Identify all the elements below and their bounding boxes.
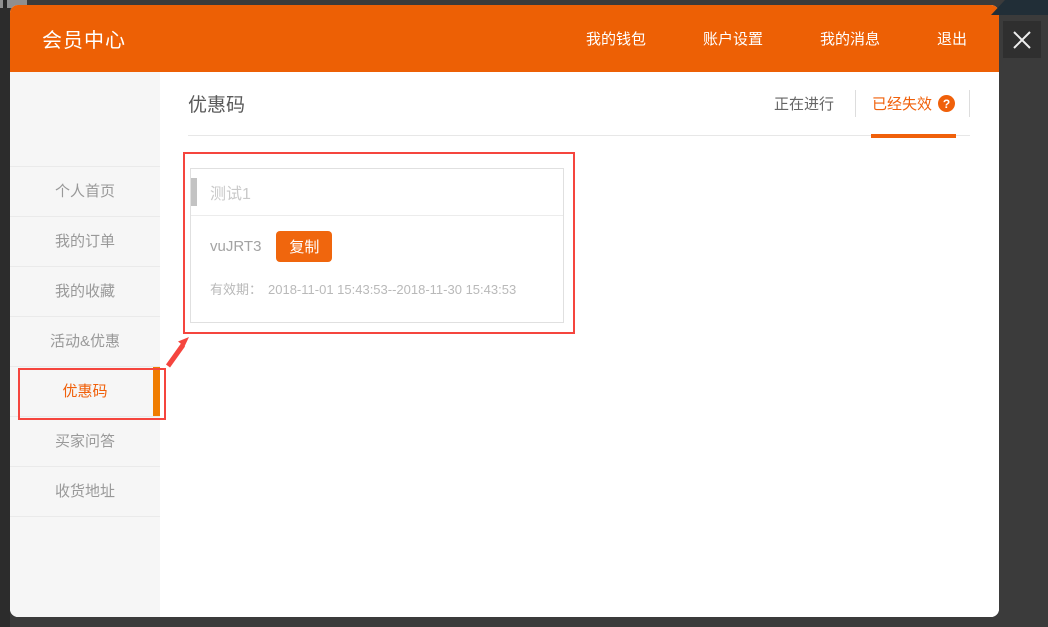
member-center-modal: 会员中心 我的钱包 账户设置 我的消息 退出 个人首页 我的订单 我的收藏 活动… [10, 5, 999, 617]
sidebar-item-favorites[interactable]: 我的收藏 [10, 267, 160, 317]
coupon-name: 测试1 [210, 180, 251, 204]
nav-item-messages[interactable]: 我的消息 [820, 28, 880, 49]
validity-value: 2018-11-01 15:43:53--2018-11-30 15:43:53 [268, 282, 516, 297]
background-page-strip [0, 0, 10, 627]
sidebar: 个人首页 我的订单 我的收藏 活动&优惠 优惠码 买家问答 收货地址 [10, 72, 160, 617]
content-header: 优惠码 正在进行 已经失效 ? [188, 72, 970, 136]
close-icon [1010, 28, 1034, 52]
sidebar-item-buyer-qa[interactable]: 买家问答 [10, 417, 160, 467]
sidebar-top-spacer [10, 72, 160, 167]
active-indicator-bar [153, 367, 160, 416]
validity-label: 有效期： [210, 282, 262, 297]
top-nav: 我的钱包 账户设置 我的消息 退出 [586, 28, 967, 49]
main-content: 优惠码 正在进行 已经失效 ? 测试1 [160, 72, 999, 617]
nav-item-logout[interactable]: 退出 [937, 28, 967, 49]
nav-item-settings[interactable]: 账户设置 [703, 28, 763, 49]
section-title: 优惠码 [188, 90, 245, 117]
background-page-topbar [991, 0, 1048, 15]
coupon-validity: 有效期： 2018-11-01 15:43:53--2018-11-30 15:4… [210, 279, 563, 298]
tab-divider [969, 90, 970, 117]
coupon-card-body: vuJRT3 复制 有效期： 2018-11-01 15:43:53--2018-… [191, 216, 563, 298]
sidebar-item-coupon-codes[interactable]: 优惠码 [10, 367, 160, 417]
sidebar-item-address[interactable]: 收货地址 [10, 467, 160, 517]
sidebar-item-label: 优惠码 [62, 383, 107, 400]
coupon-card: 测试1 vuJRT3 复制 有效期： 2018-11-01 15:43:53--2… [190, 168, 564, 323]
nav-item-wallet[interactable]: 我的钱包 [586, 28, 646, 49]
modal-body: 个人首页 我的订单 我的收藏 活动&优惠 优惠码 买家问答 收货地址 优惠码 正… [10, 72, 999, 617]
sidebar-item-home[interactable]: 个人首页 [10, 167, 160, 217]
card-accent-bar [191, 178, 197, 206]
coupon-card-header: 测试1 [191, 169, 563, 216]
copy-button[interactable]: 复制 [276, 231, 332, 262]
modal-header: 会员中心 我的钱包 账户设置 我的消息 退出 [10, 5, 999, 72]
tab-ongoing[interactable]: 正在进行 [753, 72, 855, 136]
page-title: 会员中心 [42, 24, 126, 53]
sidebar-item-orders[interactable]: 我的订单 [10, 217, 160, 267]
close-button[interactable] [1003, 21, 1041, 58]
tab-expired[interactable]: 已经失效 ? [856, 72, 969, 136]
help-icon[interactable]: ? [938, 95, 955, 112]
tab-expired-label: 已经失效 [872, 93, 932, 114]
sidebar-item-promos[interactable]: 活动&优惠 [10, 317, 160, 367]
coupon-code: vuJRT3 [210, 238, 261, 255]
tabs: 正在进行 已经失效 ? [753, 72, 970, 135]
coupon-code-row: vuJRT3 复制 [210, 231, 563, 262]
